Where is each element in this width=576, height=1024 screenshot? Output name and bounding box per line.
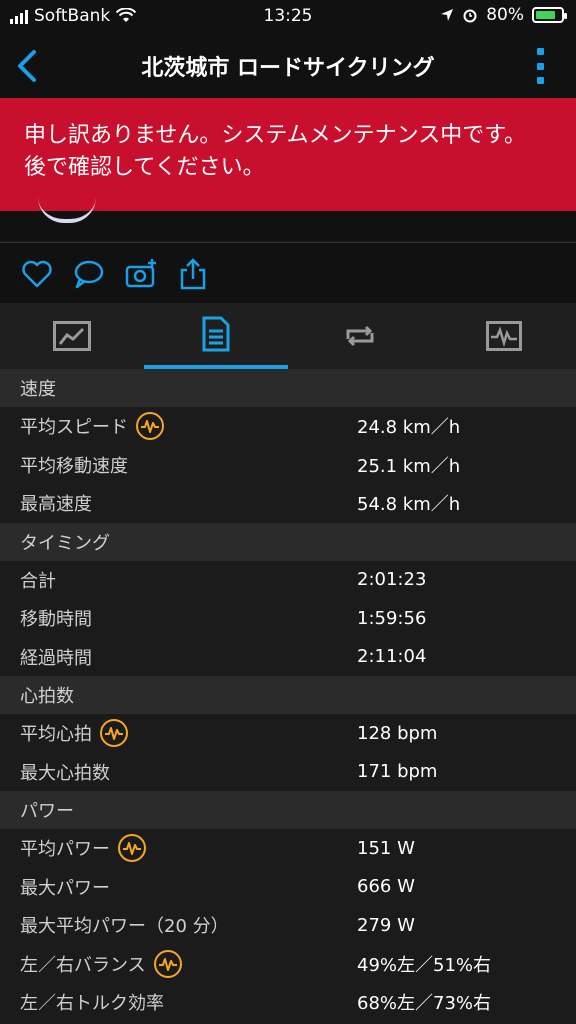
section-header: 心拍数 xyxy=(0,676,576,714)
stat-value: 25.1 km／h xyxy=(357,455,461,477)
add-photo-icon[interactable] xyxy=(124,257,158,291)
tab-laps[interactable] xyxy=(288,303,432,369)
stat-label: 移動時間 xyxy=(20,609,92,631)
page-title: 北茨城市 ロードサイクリング xyxy=(141,56,435,81)
stat-row: 最高速度 54.8 km／h xyxy=(0,484,576,523)
stat-row: 左／右トルク効率 68%左／73%右 xyxy=(0,983,576,1022)
more-options-icon[interactable] xyxy=(534,48,546,84)
stat-row: 最大心拍数 171 bpm xyxy=(0,752,576,791)
status-right: 80% xyxy=(440,5,567,25)
tab-stats[interactable] xyxy=(144,303,288,369)
stat-value: 171 bpm xyxy=(357,761,438,783)
detail-tabs xyxy=(0,303,576,369)
stat-row: 平均心拍 128 bpm xyxy=(0,714,576,753)
stat-value: 68%左／73%右 xyxy=(357,993,492,1015)
stat-row: 平均移動速度 25.1 km／h xyxy=(0,445,576,484)
maintenance-banner: 申し訳ありません。システムメンテナンス中です。後で確認してください。 xyxy=(0,98,576,211)
laps-loop-icon xyxy=(346,325,374,347)
stat-label-group: 平均パワー xyxy=(20,834,146,863)
stat-value: 279 W xyxy=(357,914,415,936)
battery-icon xyxy=(532,7,567,23)
stat-row: 平均パワー 151 W xyxy=(0,829,576,868)
stat-row: 経過時間 2:11:04 xyxy=(0,637,576,676)
section-header: パワー xyxy=(0,791,576,829)
stat-label-group: 左／右トルク効率 xyxy=(20,989,164,1015)
stat-label: 経過時間 xyxy=(20,647,92,669)
stat-label-group: 合計 xyxy=(20,567,56,593)
comment-icon[interactable] xyxy=(72,257,106,291)
profile-header xyxy=(0,211,576,241)
like-heart-icon[interactable] xyxy=(20,257,54,291)
heart-rate-icon[interactable] xyxy=(153,949,182,978)
tab-charts[interactable] xyxy=(432,303,576,369)
stat-value: 24.8 km／h xyxy=(357,417,461,439)
location-icon xyxy=(441,9,454,21)
stat-label-group: 最大パワー xyxy=(20,874,110,900)
charts-icon xyxy=(486,321,522,351)
action-bar xyxy=(0,242,576,304)
battery-percent: 80% xyxy=(486,5,524,25)
avatar[interactable] xyxy=(38,197,96,223)
stat-label: 最高速度 xyxy=(20,494,92,516)
stat-value: 1:59:56 xyxy=(357,607,427,629)
stat-row: 合計 2:01:23 xyxy=(0,560,576,599)
stat-label: 合計 xyxy=(20,570,56,592)
section-header: タイミング xyxy=(0,522,576,561)
stat-label-group: 平均スピード xyxy=(20,412,164,441)
stat-label-group: 左／右バランス xyxy=(20,949,182,978)
stat-label: 最大パワー xyxy=(20,877,110,899)
stat-label-group: 経過時間 xyxy=(20,644,92,670)
alarm-icon xyxy=(463,9,477,23)
stat-row: 最大平均パワー（20 分） 279 W xyxy=(0,906,576,945)
banner-message: 申し訳ありません。システムメンテナンス中です。後で確認してください。 xyxy=(24,123,527,180)
stat-label: 平均パワー xyxy=(20,839,110,861)
stat-row: 移動時間 1:59:56 xyxy=(0,599,576,638)
stat-row: 最大パワー 666 W xyxy=(0,867,576,906)
navigation-bar: 北茨城市 ロードサイクリング xyxy=(0,34,576,98)
stat-label-group: 移動時間 xyxy=(20,605,92,631)
stat-value: 49%左／51%右 xyxy=(357,954,492,976)
stat-value: 54.8 km／h xyxy=(357,494,461,516)
stat-row: 平均スピード 24.8 km／h xyxy=(0,407,576,446)
tab-summary[interactable] xyxy=(0,303,144,369)
stats-list-icon xyxy=(202,316,230,352)
heart-rate-icon[interactable] xyxy=(118,834,146,863)
stat-value: 151 W xyxy=(357,837,415,859)
stat-label: 左／右トルク効率 xyxy=(20,993,164,1015)
stat-label: 平均スピード xyxy=(20,417,128,439)
heart-rate-icon[interactable] xyxy=(136,412,164,441)
status-bar: SoftBank 13:25 80% xyxy=(0,0,576,34)
stat-row: 左／右バランス 49%左／51%右 xyxy=(0,944,576,983)
stat-label: 最大平均パワー（20 分） xyxy=(20,916,229,938)
stat-label-group: 平均移動速度 xyxy=(20,452,128,478)
stats-list: 速度平均スピード 24.8 km／h 平均移動速度 25.1 km／h 最高速度 54.8… xyxy=(0,369,576,1022)
stat-value: 666 W xyxy=(357,876,415,898)
stat-label-group: 最高速度 xyxy=(20,490,92,516)
stat-label-group: 最大平均パワー（20 分） xyxy=(20,912,229,938)
stat-label-group: 最大心拍数 xyxy=(20,759,110,785)
share-icon[interactable] xyxy=(176,257,210,291)
battery-fill xyxy=(536,11,555,19)
section-header: 速度 xyxy=(0,369,576,407)
back-chevron-icon[interactable] xyxy=(10,46,44,86)
stat-value: 128 bpm xyxy=(357,722,438,744)
stat-value: 2:11:04 xyxy=(357,646,427,668)
summary-chart-icon xyxy=(53,321,91,351)
stat-label: 最大心拍数 xyxy=(20,762,110,784)
stat-label: 平均心拍 xyxy=(20,724,92,746)
stat-label-group: 平均心拍 xyxy=(20,719,128,748)
stat-label: 平均移動速度 xyxy=(20,455,128,477)
heart-rate-icon[interactable] xyxy=(100,719,128,748)
stat-value: 2:01:23 xyxy=(357,569,427,591)
stat-label: 左／右バランス xyxy=(20,954,146,976)
